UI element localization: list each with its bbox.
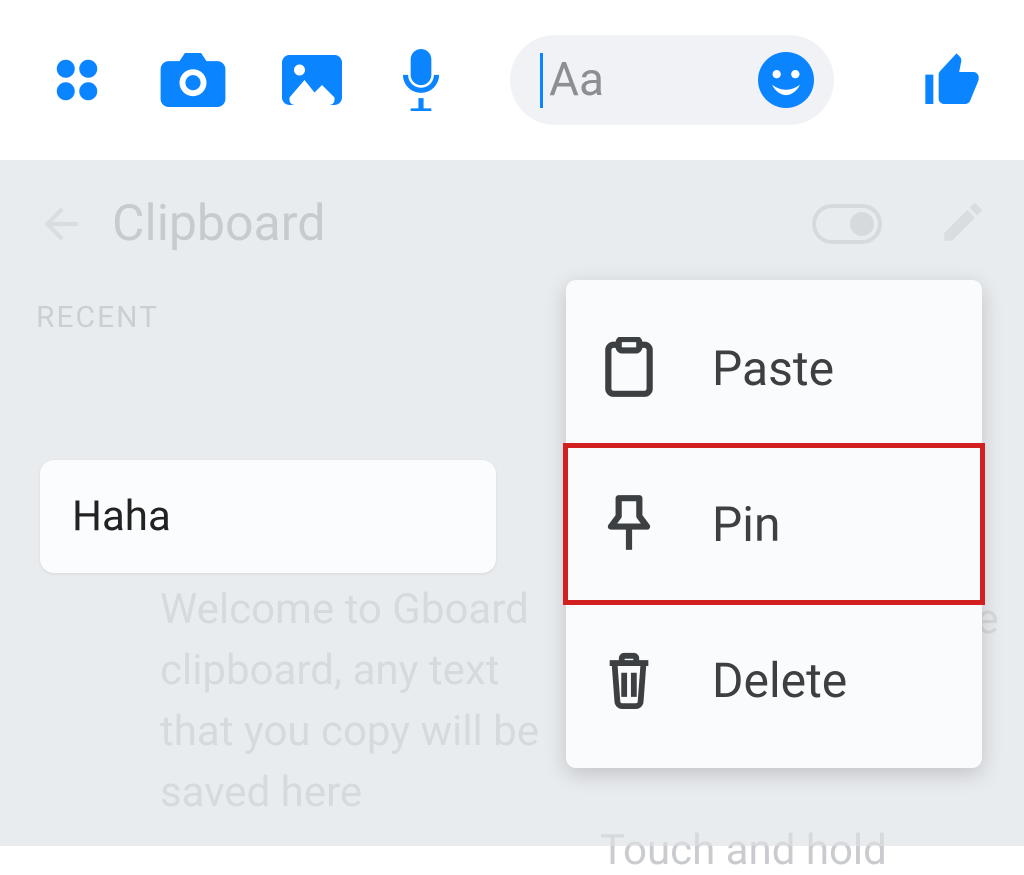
delete-icon	[594, 651, 664, 709]
gallery-icon[interactable]	[282, 54, 342, 106]
edit-icon[interactable]	[938, 197, 988, 251]
context-menu-pin[interactable]: Pin	[566, 446, 982, 602]
touch-hold-hint: Touch and hold	[600, 826, 887, 875]
apps-grid-icon[interactable]	[50, 53, 104, 107]
clipboard-item[interactable]: Haha	[40, 460, 496, 573]
clipboard-toggle[interactable]	[812, 204, 882, 244]
context-menu-delete-label: Delete	[712, 652, 847, 709]
messenger-toolbar: Aa	[0, 0, 1024, 160]
message-placeholder: Aa	[549, 53, 758, 107]
pin-icon	[594, 493, 664, 555]
thumbs-up-icon[interactable]	[920, 48, 984, 112]
context-menu-delete[interactable]: Delete	[566, 602, 982, 758]
back-arrow-icon[interactable]	[36, 199, 86, 249]
camera-icon[interactable]	[160, 53, 226, 107]
context-menu: Paste Pin Delete	[566, 280, 982, 768]
paste-icon	[594, 337, 664, 399]
context-menu-paste[interactable]: Paste	[566, 290, 982, 446]
emoji-icon[interactable]	[758, 52, 814, 108]
context-menu-paste-label: Paste	[712, 340, 834, 397]
context-menu-pin-label: Pin	[712, 496, 780, 553]
text-caret	[540, 53, 543, 108]
clipboard-title: Clipboard	[112, 195, 786, 253]
clipboard-header: Clipboard	[36, 184, 988, 264]
message-input[interactable]: Aa	[510, 35, 834, 125]
microphone-icon[interactable]	[398, 49, 444, 111]
